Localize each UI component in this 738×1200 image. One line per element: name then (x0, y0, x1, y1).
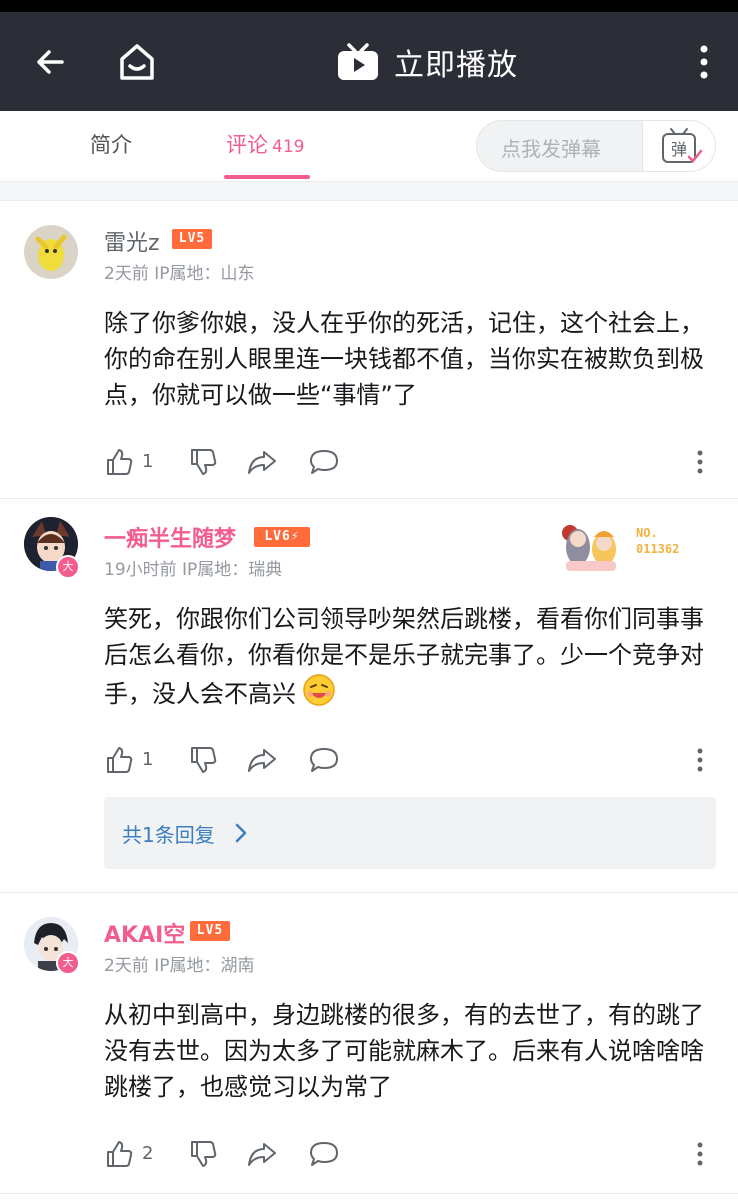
verified-badge: 大 (56, 951, 80, 975)
level-badge: LV5 (190, 921, 230, 941)
comment-meta: 2天前 IP属地：湖南 (104, 956, 255, 976)
decoration-figures-icon (562, 525, 616, 571)
username[interactable]: 一痴半生随梦 (104, 521, 236, 553)
share-button[interactable] (246, 1139, 278, 1169)
comment-actions: 2 (104, 1139, 716, 1171)
avatar[interactable] (24, 225, 78, 279)
view-replies-button[interactable]: 共1条回复 (104, 797, 716, 869)
verified-badge: 大 (56, 555, 80, 579)
comment-actions: 1 (104, 745, 716, 777)
thumbs-down-icon (191, 1141, 217, 1167)
reply-button[interactable] (308, 1139, 340, 1169)
comment-count: 419 (272, 137, 305, 157)
fan-decoration-badge: NO. 011362 (556, 513, 696, 577)
tab-intro[interactable]: 简介 (90, 129, 132, 159)
username[interactable]: 雷光z (104, 225, 160, 257)
decoration-number-label: NO. (636, 526, 658, 540)
danmaku-icon: 弹 (662, 128, 703, 163)
decoration-number: NO. 011362 (636, 525, 679, 557)
comment-item: 大 一痴半生随梦 LV6⚡ NO. 011362 19小时前 IP属地：瑞典 笑死… (0, 499, 738, 893)
more-options-icon[interactable] (690, 1139, 710, 1173)
dislike-button[interactable] (188, 1139, 218, 1169)
thumbs-up-icon (107, 747, 133, 773)
level-badge: LV5 (172, 229, 212, 249)
dislike-button[interactable] (188, 447, 218, 477)
thumbs-up-icon (107, 449, 133, 475)
dislike-button[interactable] (188, 745, 218, 775)
like-count: 1 (142, 451, 154, 472)
more-options-icon[interactable] (690, 745, 710, 779)
more-options-icon[interactable] (690, 447, 710, 481)
like-count: 1 (142, 749, 154, 770)
comment-icon (310, 748, 338, 772)
thumbs-up-icon (107, 1141, 133, 1167)
comment-icon (310, 450, 338, 474)
reply-button[interactable] (308, 745, 340, 775)
top-navigation-bar: 立即播放 (0, 12, 738, 111)
comment-meta: 2天前 IP属地：山东 (104, 264, 255, 284)
share-button[interactable] (246, 447, 278, 477)
thumbs-down-icon (191, 449, 217, 475)
status-bar (0, 0, 738, 12)
tab-intro-label: 简介 (90, 133, 132, 157)
like-button[interactable] (104, 745, 134, 775)
reply-button[interactable] (308, 447, 340, 477)
thumbs-down-icon (191, 747, 217, 773)
like-button[interactable] (104, 1139, 134, 1169)
tab-comments[interactable]: 评论 419 (226, 129, 304, 159)
tab-comments-label: 评论 (226, 133, 268, 157)
tv-play-icon (338, 43, 378, 80)
decoration-number-value: 011362 (636, 542, 680, 556)
home-icon[interactable] (116, 40, 158, 84)
comment-text: 从初中到高中，身边跳楼的很多，有的去世了，有的跳了没有去世。因为太多了可能就麻木… (104, 1001, 704, 1101)
comment-item: 大 AKAI空 LV5 2天前 IP属地：湖南 从初中到高中，身边跳楼的很多，有… (0, 893, 738, 1194)
back-arrow-icon[interactable] (32, 42, 72, 82)
comment-item: 雷光z LV5 2天前 IP属地：山东 除了你爹你娘，没人在乎你的死活，记住，这… (0, 201, 738, 499)
chevron-right-icon (235, 823, 247, 843)
more-vertical-icon[interactable] (690, 42, 718, 82)
danmaku-toggle-button[interactable]: 弹 (642, 121, 715, 171)
comment-actions: 1 (104, 447, 716, 479)
play-now-button[interactable]: 立即播放 (336, 40, 518, 84)
comment-text-body: 笑死，你跟你们公司领导吵架然后跳楼，看看你们同事事后怎么看你，你看你是不是乐子就… (104, 605, 704, 708)
grinning-emoji-icon (302, 673, 336, 717)
comment-meta: 19小时前 IP属地：瑞典 (104, 560, 283, 580)
danmaku-placeholder: 点我发弹幕 (501, 137, 601, 161)
comment-text: 除了你爹你娘，没人在乎你的死活，记住，这个社会上，你的命在别人眼里连一块钱都不值… (104, 309, 704, 409)
username[interactable]: AKAI空 (104, 917, 185, 949)
level-badge: LV6⚡ (254, 527, 310, 547)
active-tab-indicator (224, 175, 310, 179)
danmaku-input[interactable]: 点我发弹幕 弹 (476, 120, 716, 172)
share-button[interactable] (246, 745, 278, 775)
play-now-label: 立即播放 (394, 48, 518, 83)
comment-icon (310, 1142, 338, 1166)
share-icon (248, 749, 276, 772)
share-icon (248, 451, 276, 474)
danmaku-glyph: 弹 (671, 140, 687, 159)
share-icon (248, 1143, 276, 1166)
comment-text: 笑死，你跟你们公司领导吵架然后跳楼，看看你们同事事后怎么看你，你看你是不是乐子就… (104, 601, 704, 717)
section-divider (0, 182, 738, 201)
reply-count-link: 共1条回复 (122, 823, 215, 847)
like-button[interactable] (104, 447, 134, 477)
like-count: 2 (142, 1143, 154, 1164)
